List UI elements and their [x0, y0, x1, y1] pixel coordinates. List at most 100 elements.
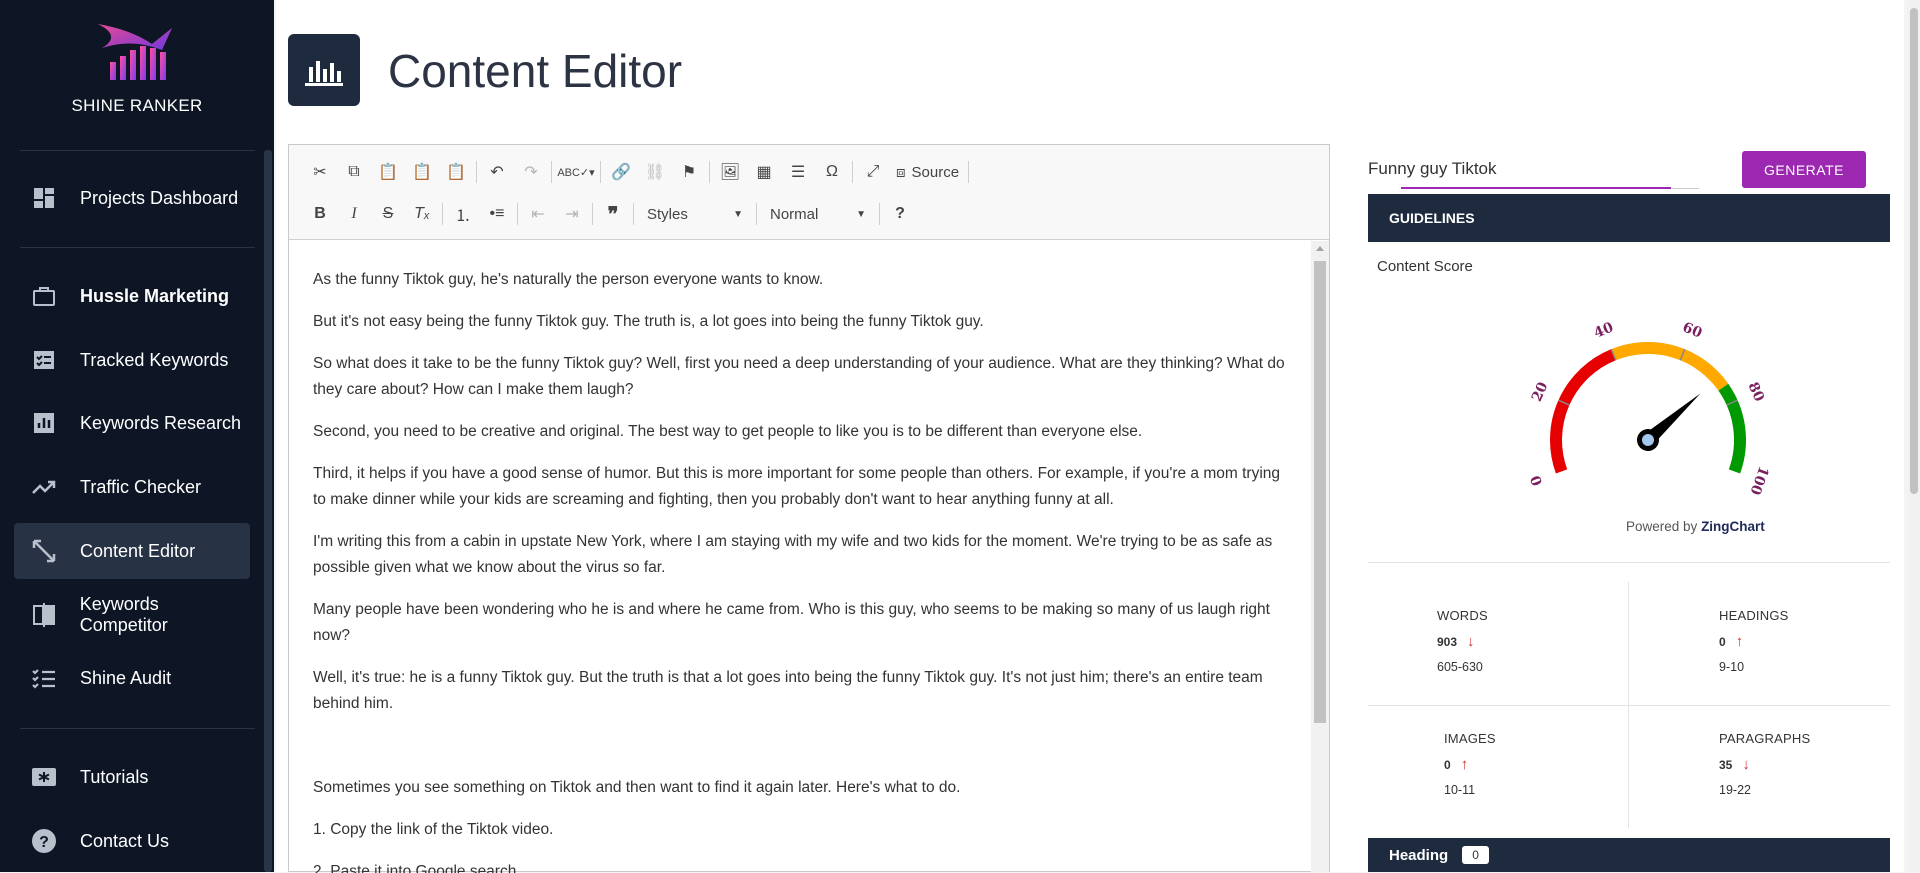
spellcheck-icon[interactable]: ABC✓▾: [555, 157, 597, 187]
strikethrough-icon[interactable]: S: [371, 199, 405, 229]
source-icon: ⧈: [896, 163, 906, 181]
horizontal-line-icon[interactable]: ☰: [781, 157, 815, 187]
cut-icon[interactable]: ✂: [303, 157, 337, 187]
sidebar-item-shine-audit[interactable]: Shine Audit: [14, 650, 250, 706]
blockquote-icon[interactable]: ❞: [596, 199, 630, 229]
stat-paragraphs: PARAGRAPHS 35 ↓ 19-22: [1719, 731, 1810, 797]
empty-paragraph: [313, 733, 1285, 759]
sidebar-item-label: Shine Audit: [80, 667, 172, 688]
format-label: Normal: [770, 205, 819, 223]
toolbar-separator: [592, 203, 593, 225]
stat-title: HEADINGS: [1719, 608, 1789, 623]
editor-paragraph: As the funny Tiktok guy, he's naturally …: [313, 271, 824, 288]
powered-by-brand[interactable]: ZingChart: [1701, 519, 1765, 534]
image-icon[interactable]: 🖼: [713, 157, 747, 187]
stat-images: IMAGES 0 ↑ 10-11: [1444, 731, 1496, 797]
format-dropdown[interactable]: Normal ▼: [760, 206, 876, 223]
bar-chart-icon: [30, 409, 58, 437]
gauge-needle-hub-inner: [1642, 434, 1654, 446]
stat-value: 0: [1719, 634, 1726, 649]
bulleted-list-icon[interactable]: •≡: [480, 199, 514, 229]
redo-icon[interactable]: ↷: [514, 157, 548, 187]
content-score-gauge: 0 20 40 60 80 100: [1528, 319, 1772, 497]
arrow-down-icon: ↓: [1742, 756, 1750, 773]
toolbar-separator: [968, 161, 970, 183]
heading-section-header[interactable]: Heading 0: [1368, 838, 1890, 872]
main-area: Content Editor ✂ ⧉ 📋 📋 📋 ↶ ↷ ABC✓▾ 🔗 ⛓ ⚑…: [276, 0, 1904, 873]
scroll-up-icon[interactable]: [1316, 246, 1324, 251]
sidebar-item-tracked-keywords[interactable]: Tracked Keywords: [14, 332, 250, 388]
paste-text-icon[interactable]: 📋: [405, 157, 439, 187]
styles-dropdown[interactable]: Styles ▼: [637, 206, 753, 223]
sidebar-scrollbar[interactable]: [264, 150, 272, 872]
brand-logo[interactable]: [0, 18, 274, 88]
link-icon[interactable]: 🔗: [604, 157, 638, 187]
anchor-flag-icon[interactable]: ⚑: [672, 157, 706, 187]
stat-value: 35: [1719, 757, 1733, 772]
paste-word-icon[interactable]: 📋: [439, 157, 473, 187]
page-scrollbar[interactable]: [1908, 0, 1920, 872]
toolbar-row-1: ✂ ⧉ 📋 📋 📋 ↶ ↷ ABC✓▾ 🔗 ⛓ ⚑ 🖼 ▦ ☰ Ω ⤢ ⧈ So…: [303, 155, 972, 189]
sidebar-item-hussle-marketing[interactable]: Hussle Marketing: [14, 268, 250, 324]
sidebar-item-content-editor[interactable]: Content Editor: [14, 523, 250, 579]
editor-scroll-thumb[interactable]: [1314, 261, 1326, 723]
briefcase-icon: [30, 282, 58, 310]
unlink-icon[interactable]: ⛓: [638, 157, 672, 187]
table-icon[interactable]: ▦: [747, 157, 781, 187]
toolbar-separator: [852, 161, 853, 183]
indent-icon[interactable]: ⇥: [555, 199, 589, 229]
toolbar-row-2: B I S Tₓ ⒈ •≡ ⇤ ⇥ ❞ Styles ▼ Normal ▼ ?: [303, 197, 917, 231]
sidebar-item-label: Keywords Competitor: [79, 594, 168, 635]
help-icon: ?: [30, 827, 58, 855]
stat-range: 605-630: [1437, 660, 1483, 674]
toolbar-separator: [756, 203, 757, 225]
resize-icon: [30, 537, 58, 565]
chart-icon: [288, 34, 360, 106]
special-char-icon[interactable]: Ω: [815, 157, 849, 187]
bold-icon[interactable]: B: [303, 199, 337, 229]
help-icon[interactable]: ?: [883, 199, 917, 229]
remove-format-icon[interactable]: Tₓ: [405, 199, 439, 229]
heading-count-badge: 0: [1462, 846, 1489, 864]
generate-button[interactable]: GENERATE: [1742, 151, 1866, 188]
outdent-icon[interactable]: ⇤: [521, 199, 555, 229]
editor-content[interactable]: As the funny Tiktok guy, he's naturally …: [289, 241, 1309, 873]
source-button[interactable]: ⧈ Source: [890, 164, 965, 181]
editor-paragraph: But it's not easy being the funny Tiktok…: [313, 313, 984, 330]
page-scroll-thumb[interactable]: [1910, 8, 1918, 494]
maximize-icon[interactable]: ⤢: [856, 157, 890, 187]
stat-range: 10-11: [1444, 783, 1476, 797]
italic-icon[interactable]: I: [337, 199, 371, 229]
gauge-arc-segment: [1611, 342, 1729, 391]
powered-by: Powered by ZingChart: [1626, 519, 1765, 534]
sidebar-item-contact-us[interactable]: ? Contact Us: [14, 813, 250, 869]
toolbar-separator: [709, 161, 710, 183]
gauge-tick-label: 60: [1680, 320, 1704, 342]
sidebar-item-traffic-checker[interactable]: Traffic Checker: [14, 459, 250, 515]
numbered-list-icon[interactable]: ⒈: [446, 199, 480, 229]
chevron-down-icon: ▼: [733, 208, 743, 220]
sidebar-divider: [20, 728, 255, 729]
sidebar-item-label: Keywords Research: [80, 412, 242, 433]
toolbar-separator: [600, 161, 601, 183]
sidebar-item-projects-dashboard[interactable]: Projects Dashboard: [14, 170, 250, 226]
paste-icon[interactable]: 📋: [371, 157, 405, 187]
sidebar-item-keywords-competitor[interactable]: Keywords Competitor: [14, 587, 250, 643]
keyword-input[interactable]: [1368, 152, 1698, 186]
editor-scrollbar[interactable]: [1311, 241, 1329, 873]
sidebar-item-label: Tutorials: [80, 766, 149, 787]
stat-value: 903: [1437, 634, 1458, 649]
sidebar-item-tutorials[interactable]: Tutorials: [14, 749, 250, 805]
copy-icon[interactable]: ⧉: [337, 157, 371, 187]
stat-words: WORDS 903 ↓ 605-630: [1437, 608, 1488, 674]
sidebar-item-keywords-research[interactable]: Keywords Research: [14, 395, 250, 451]
sidebar-item-label: Tracked Keywords: [80, 349, 229, 370]
editor-paragraph: Second, you need to be creative and orig…: [313, 423, 1143, 440]
gauge-needle: [1637, 393, 1701, 451]
list-check-icon: [30, 664, 58, 692]
toolbar-separator: [517, 203, 518, 225]
undo-icon[interactable]: ↶: [480, 157, 514, 187]
sidebar: SHINE RANKER Projects Dashboard Hussle M…: [0, 0, 274, 872]
sidebar-divider: [20, 150, 255, 151]
gauge-tick-label: 0: [1528, 473, 1546, 488]
